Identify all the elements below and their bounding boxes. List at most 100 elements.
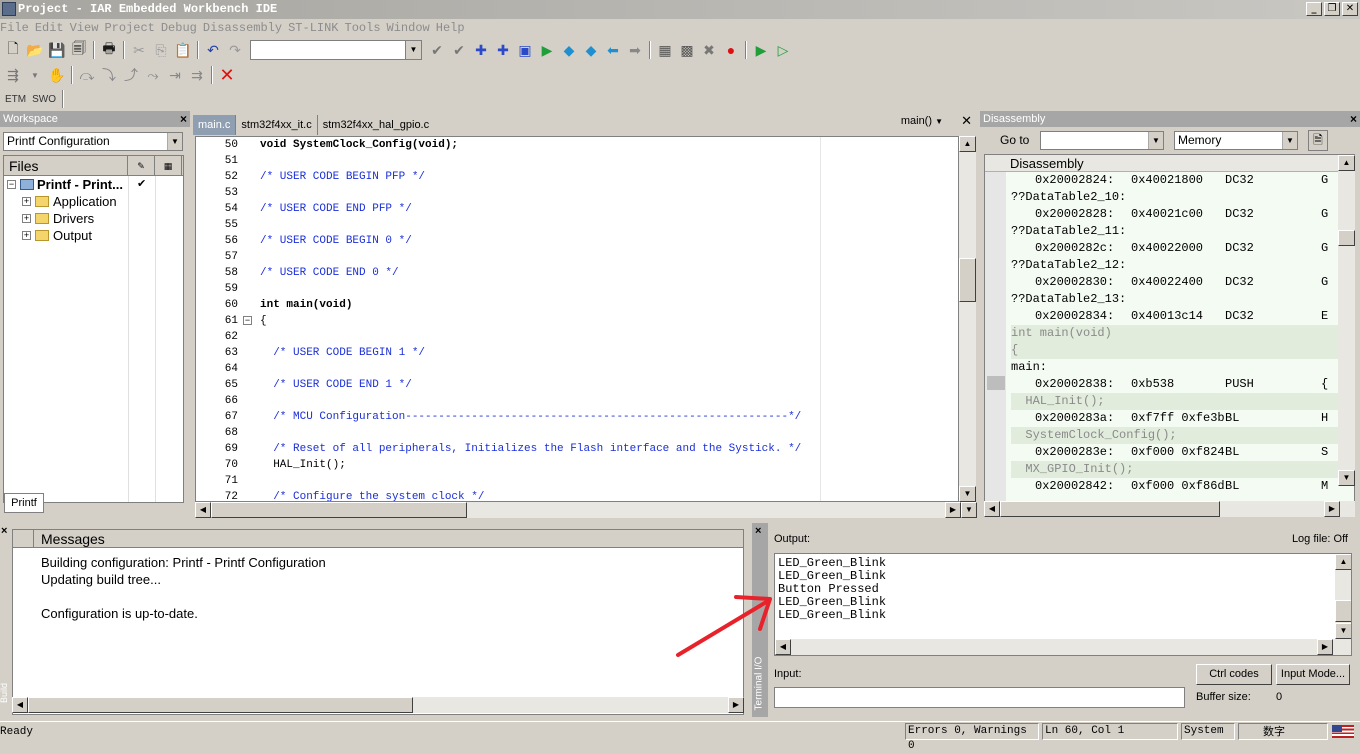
editor-tab-gpio[interactable]: stm32f4xx_hal_gpio.c xyxy=(318,115,434,135)
chevron-down-icon[interactable]: ▼ xyxy=(405,41,421,59)
minimize-button[interactable]: _ xyxy=(1306,2,1322,16)
menu-tools[interactable]: Tools xyxy=(345,19,387,37)
log-file-status[interactable]: Log file: Off xyxy=(1292,533,1348,545)
menu-debug[interactable]: Debug xyxy=(161,19,203,37)
redo-icon[interactable]: ↷ xyxy=(224,39,246,61)
close-icon[interactable]: ✕ xyxy=(961,113,972,129)
print-icon[interactable]: 🖶 xyxy=(98,39,120,61)
files-column-header[interactable]: Files xyxy=(4,156,128,175)
disassembly-line[interactable]: 0x20002838: 0xb538 PUSH { xyxy=(1011,376,1339,393)
code-line[interactable]: 57 xyxy=(196,249,956,265)
chevron-down-icon[interactable]: ▼ xyxy=(1282,132,1297,149)
make-icon[interactable]: ▩ xyxy=(676,39,698,61)
compile-icon[interactable]: ▦ xyxy=(654,39,676,61)
function-navigator[interactable]: main() ▼ xyxy=(901,115,943,127)
scroll-right-icon[interactable]: ▶ xyxy=(945,502,961,518)
tree-item-output[interactable]: + Output xyxy=(4,227,183,244)
code-line[interactable]: 71 xyxy=(196,473,956,489)
disassembly-view[interactable]: Disassembly 0x20002824: 0x40021800 DC32 G??… xyxy=(984,154,1355,503)
disassembly-options-icon[interactable]: 🗎 xyxy=(1308,130,1328,151)
menu-view[interactable]: View xyxy=(70,19,105,37)
disassembly-line[interactable]: 0x2000283a: 0xf7ff 0xfe3b BL H xyxy=(1011,410,1339,427)
code-line[interactable]: 50 void SystemClock_Config(void); xyxy=(196,137,956,153)
editor-vertical-scrollbar[interactable]: ▲ ▼ xyxy=(959,136,976,502)
code-line[interactable]: 68 xyxy=(196,425,956,441)
disassembly-line[interactable]: ??DataTable2_13: xyxy=(1011,291,1339,308)
disassembly-vertical-scrollbar[interactable]: ▲ ▼ xyxy=(1338,155,1355,486)
toggle-breakpoint-icon[interactable]: ● xyxy=(720,39,742,61)
code-line[interactable]: 62 xyxy=(196,329,956,345)
step-out-icon[interactable]: ⤴ xyxy=(120,64,142,86)
collapse-icon[interactable]: − xyxy=(7,180,16,189)
code-line[interactable]: 53 xyxy=(196,185,956,201)
code-line[interactable]: 63 /* USER CODE BEGIN 1 */ xyxy=(196,345,956,361)
menu-disassembly[interactable]: Disassembly xyxy=(203,19,288,37)
configuration-select[interactable]: Printf Configuration ▼ xyxy=(3,132,183,151)
disassembly-line[interactable]: MX_GPIO_Init(); xyxy=(1011,461,1339,478)
restore-button[interactable]: ❐ xyxy=(1324,2,1340,16)
code-line[interactable]: 60 int main(void) xyxy=(196,297,956,313)
code-line[interactable]: 70 HAL_Init(); xyxy=(196,457,956,473)
find-combo[interactable]: ▼ xyxy=(250,40,422,60)
run-to-cursor-icon[interactable]: ⇥ xyxy=(164,64,186,86)
scroll-right-icon[interactable]: ▶ xyxy=(728,697,744,713)
disassembly-line[interactable]: 0x20002834: 0x40013c14 DC32 E xyxy=(1011,308,1339,325)
scroll-left-icon[interactable]: ◀ xyxy=(984,501,1000,517)
menu-window[interactable]: Window xyxy=(387,19,436,37)
output-horizontal-scrollbar[interactable]: ◀ ▶ xyxy=(775,639,1351,655)
disassembly-line[interactable]: 0x20002824: 0x40021800 DC32 G xyxy=(1011,172,1339,189)
code-line[interactable]: 67 /* MCU Configuration-----------------… xyxy=(196,409,956,425)
chevron-down-icon[interactable]: ▼ xyxy=(167,133,182,150)
menu-help[interactable]: Help xyxy=(436,19,471,37)
scroll-thumb[interactable] xyxy=(28,697,413,713)
close-icon[interactable]: × xyxy=(755,525,761,537)
disassembly-line[interactable]: 0x20002842: 0xf000 0xf86d BL M xyxy=(1011,478,1339,495)
close-icon[interactable]: × xyxy=(180,111,187,127)
editor-tab-it[interactable]: stm32f4xx_it.c xyxy=(236,115,318,135)
code-line[interactable]: 54 /* USER CODE END PFP */ xyxy=(196,201,956,217)
disassembly-line[interactable]: ??DataTable2_11: xyxy=(1011,223,1339,240)
code-line[interactable]: 52 /* USER CODE BEGIN PFP */ xyxy=(196,169,956,185)
code-line[interactable]: 56 /* USER CODE BEGIN 0 */ xyxy=(196,233,956,249)
code-line[interactable]: 55 xyxy=(196,217,956,233)
navigate-back-icon[interactable]: ⬅ xyxy=(602,39,624,61)
replace-icon[interactable]: ✚ xyxy=(492,39,514,61)
disassembly-line[interactable]: 0x20002828: 0x40021c00 DC32 G xyxy=(1011,206,1339,223)
disassembly-horizontal-scrollbar[interactable]: ◀ ▶ xyxy=(984,501,1355,517)
scroll-right-icon[interactable]: ▶ xyxy=(1324,501,1340,517)
workspace-tab-printf[interactable]: Printf xyxy=(4,493,44,513)
scroll-down-icon[interactable]: ▼ xyxy=(1335,623,1351,639)
code-line[interactable]: 58 /* USER CODE END 0 */ xyxy=(196,265,956,281)
code-line[interactable]: 72 /* Configure the system clock */ xyxy=(196,489,956,501)
expand-icon[interactable]: + xyxy=(22,197,31,206)
scroll-left-icon[interactable]: ◀ xyxy=(195,502,211,518)
cut-icon[interactable]: ✂ xyxy=(128,39,150,61)
menu-file[interactable]: File xyxy=(0,19,35,37)
disassembly-line[interactable]: main: xyxy=(1011,359,1339,376)
scroll-left-icon[interactable]: ◀ xyxy=(12,697,28,713)
disassembly-line[interactable]: 0x2000283e: 0xf000 0xf824 BL S xyxy=(1011,444,1339,461)
scroll-thumb[interactable] xyxy=(211,502,467,518)
code-line[interactable]: 59 xyxy=(196,281,956,297)
disassembly-line[interactable]: SystemClock_Config(); xyxy=(1011,427,1339,444)
input-mode-button[interactable]: Input Mode... xyxy=(1276,664,1350,685)
break-icon[interactable]: ✋ xyxy=(46,64,68,86)
disassembly-line[interactable]: { xyxy=(1011,342,1339,359)
disassembly-line[interactable]: 0x2000282c: 0x40022000 DC32 G xyxy=(1011,240,1339,257)
navigate-forward-icon[interactable]: ➡ xyxy=(624,39,646,61)
editor-tab-main[interactable]: main.c xyxy=(193,115,237,135)
close-icon[interactable]: × xyxy=(1,525,7,537)
code-line[interactable]: 61 { xyxy=(196,313,956,329)
editor-horizontal-scrollbar[interactable]: ◀ ▶ ▼ xyxy=(195,502,977,518)
copy-icon[interactable]: ⎘ xyxy=(150,39,172,61)
save-icon[interactable]: 💾 xyxy=(46,39,68,61)
tree-item-project[interactable]: − Printf - Print... ✔ xyxy=(4,176,183,193)
code-line[interactable]: 66 xyxy=(196,393,956,409)
scroll-down-icon[interactable]: ▼ xyxy=(961,502,977,518)
scroll-up-icon[interactable]: ▲ xyxy=(1338,155,1355,171)
output-vertical-scrollbar[interactable]: ▲ ▼ xyxy=(1335,554,1351,639)
scroll-down-icon[interactable]: ▼ xyxy=(1338,470,1355,486)
scroll-right-icon[interactable]: ▶ xyxy=(1317,639,1333,655)
scroll-thumb[interactable] xyxy=(1000,501,1220,517)
goto-icon[interactable]: ▣ xyxy=(514,39,536,61)
